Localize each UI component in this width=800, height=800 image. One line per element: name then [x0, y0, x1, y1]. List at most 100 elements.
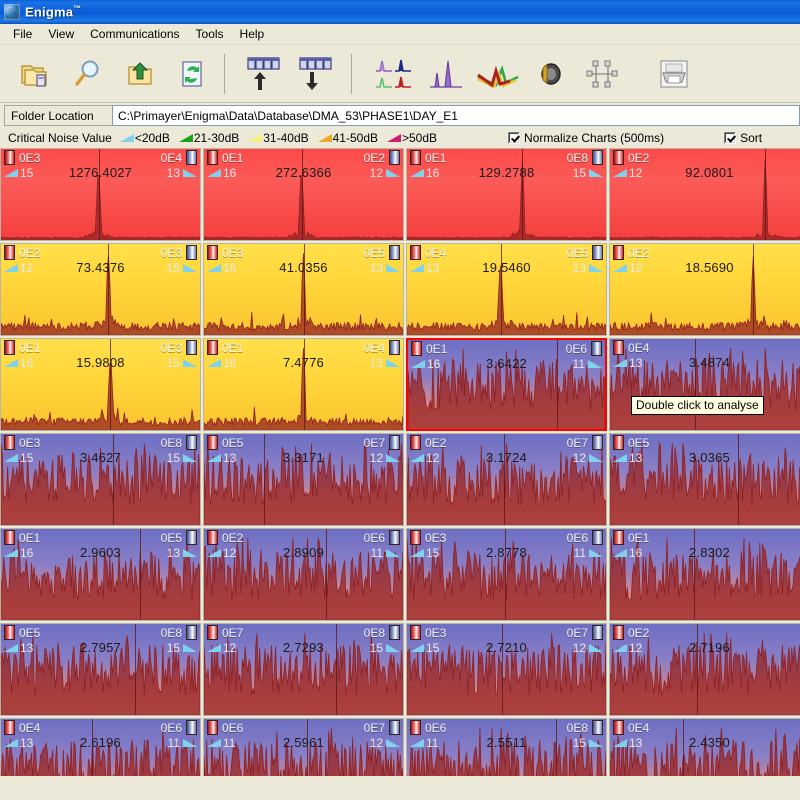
chart-cell[interactable]: 0E10E516132.9603: [0, 528, 201, 621]
export-folder-icon: [124, 58, 156, 90]
cursor-line: [110, 339, 111, 430]
legend-label-41-50db: 41-50dB: [333, 131, 378, 145]
chart-cell[interactable]: 0E30E715122.7210: [406, 623, 607, 716]
chart-cell[interactable]: 0E40E613112.6196: [0, 718, 201, 776]
cursor-line: [140, 529, 141, 620]
spectrum-trace: [407, 624, 606, 715]
spectrum-trace: [1, 244, 200, 335]
chart-cell[interactable]: 0E2122.7196: [609, 623, 800, 716]
speaker-button[interactable]: [524, 50, 576, 98]
legend-item-31-40db: 31-40dB: [248, 131, 308, 145]
chart-cell[interactable]: 0E10E3161515.9808: [0, 338, 201, 431]
menu-item-tools[interactable]: Tools: [188, 25, 232, 44]
chart-cell[interactable]: 0E30E815153.4627: [0, 433, 201, 526]
folder-location-input[interactable]: C:\Primayer\Enigma\Data\Database\DMA_53\…: [112, 105, 800, 126]
chart-cell[interactable]: 0E5133.0365: [609, 433, 800, 526]
chart-cell[interactable]: 0E10E81615129.2788: [406, 148, 607, 241]
cursor-line: [92, 719, 93, 776]
chart-grid-row: 0E40E613112.61960E60E711122.59610E60E811…: [0, 718, 800, 776]
single-chart-button[interactable]: [420, 50, 472, 98]
legend-triangle-blue-icon: [120, 134, 134, 142]
chart-cell[interactable]: 0E30E415131276.4027: [0, 148, 201, 241]
spectrum-trace: [1, 529, 200, 620]
cursor-line: [505, 529, 506, 620]
sort-label: Sort: [740, 131, 762, 145]
chart-cell[interactable]: 0E20E712123.1724: [406, 433, 607, 526]
checkbox-icon: [508, 132, 520, 144]
spectrum-trace: [407, 434, 606, 525]
cursor-line: [113, 434, 114, 525]
chart-cell[interactable]: 0E30E5161341.0356: [203, 243, 404, 336]
tooltip: Double click to analyse: [631, 396, 764, 415]
chart-grid-row: 0E50E813152.79570E70E812152.72930E30E715…: [0, 623, 800, 718]
spectrum-trace: [407, 529, 606, 620]
cursor-line: [307, 719, 308, 776]
normalize-charts-checkbox[interactable]: Normalize Charts (500ms): [508, 131, 664, 145]
cursor-line: [557, 340, 558, 429]
chart-cell[interactable]: 0E10E616113.6422: [406, 338, 607, 431]
critical-noise-value-label: Critical Noise Value: [8, 131, 112, 145]
network-button[interactable]: [576, 50, 628, 98]
multi-chart-button[interactable]: [368, 50, 420, 98]
menu-item-help[interactable]: Help: [232, 25, 273, 44]
cursor-line: [99, 149, 100, 240]
single-chart-icon: [428, 57, 464, 91]
spectrum-trace: [610, 244, 800, 335]
legend-label-31-40db: 31-40dB: [263, 131, 308, 145]
refresh-button[interactable]: [166, 50, 218, 98]
chart-cell[interactable]: 0E20E612112.8909: [203, 528, 404, 621]
spectrum-trace: [610, 529, 800, 620]
legend-item-41-50db: 41-50dB: [318, 131, 378, 145]
chart-cell[interactable]: 0E40E5131319.5460: [406, 243, 607, 336]
chart-cell[interactable]: 0E10E21612272.6366: [203, 148, 404, 241]
chart-cell[interactable]: 0E70E812152.7293: [203, 623, 404, 716]
chart-cell[interactable]: 0E50E713123.3171: [203, 433, 404, 526]
upload-loggers-button[interactable]: [241, 50, 293, 98]
chart-cell[interactable]: 0E30E615112.8778: [406, 528, 607, 621]
chart-cell[interactable]: 0E1162.8302: [609, 528, 800, 621]
spectrum-trace: [204, 624, 403, 715]
chart-cell[interactable]: 0E21218.5690: [609, 243, 800, 336]
spectrum-trace: [610, 719, 800, 776]
chart-cell[interactable]: 0E20E3121573.4376: [0, 243, 201, 336]
legend-triangle-yellow-icon: [248, 134, 262, 142]
speaker-icon: [534, 58, 566, 90]
print-button[interactable]: [648, 50, 700, 98]
chart-cell[interactable]: 0E60E711122.5961: [203, 718, 404, 776]
normalize-charts-label: Normalize Charts (500ms): [524, 131, 664, 145]
open-database-folder-icon: [19, 58, 53, 90]
spectrum-trace: [204, 719, 403, 776]
chart-cell[interactable]: 0E4133.4874: [609, 338, 800, 431]
chart-cell[interactable]: 0E4132.4350: [609, 718, 800, 776]
legend-item-21-30db: 21-30dB: [179, 131, 239, 145]
export-folder-button[interactable]: [114, 50, 166, 98]
legend-triangle-orange-icon: [318, 134, 332, 142]
chart-grid-row: 0E10E516132.96030E20E612112.89090E30E615…: [0, 528, 800, 623]
spectrum-trace: [407, 719, 606, 776]
chart-cell[interactable]: 0E50E813152.7957: [0, 623, 201, 716]
download-loggers-icon: [298, 54, 340, 94]
search-button[interactable]: [62, 50, 114, 98]
cursor-line: [135, 624, 136, 715]
upload-loggers-icon: [246, 54, 288, 94]
sort-checkbox[interactable]: Sort: [724, 131, 762, 145]
menu-item-file[interactable]: File: [5, 25, 40, 44]
cursor-line: [695, 339, 696, 430]
cursor-line: [304, 339, 305, 430]
cursor-line: [302, 149, 303, 240]
window-title-bar: Enigma™: [0, 0, 800, 24]
menu-item-communications[interactable]: Communications: [82, 25, 187, 44]
chart-cell[interactable]: 0E60E811152.5511: [406, 718, 607, 776]
spectrum-trace: [204, 434, 403, 525]
checkbox-icon: [724, 132, 736, 144]
download-loggers-button[interactable]: [293, 50, 345, 98]
chart-grid-row: 0E30E415131276.40270E10E21612272.63660E1…: [0, 148, 800, 243]
spectrum-trace: [1, 149, 200, 240]
chart-cell[interactable]: 0E10E416137.4776: [203, 338, 404, 431]
chart-cell[interactable]: 0E21292.0801: [609, 148, 800, 241]
cursor-line: [264, 434, 265, 525]
spectrum-trace: [1, 624, 200, 715]
waterfall-chart-button[interactable]: [472, 50, 524, 98]
open-database-folder-button[interactable]: [10, 50, 62, 98]
menu-item-view[interactable]: View: [40, 25, 82, 44]
